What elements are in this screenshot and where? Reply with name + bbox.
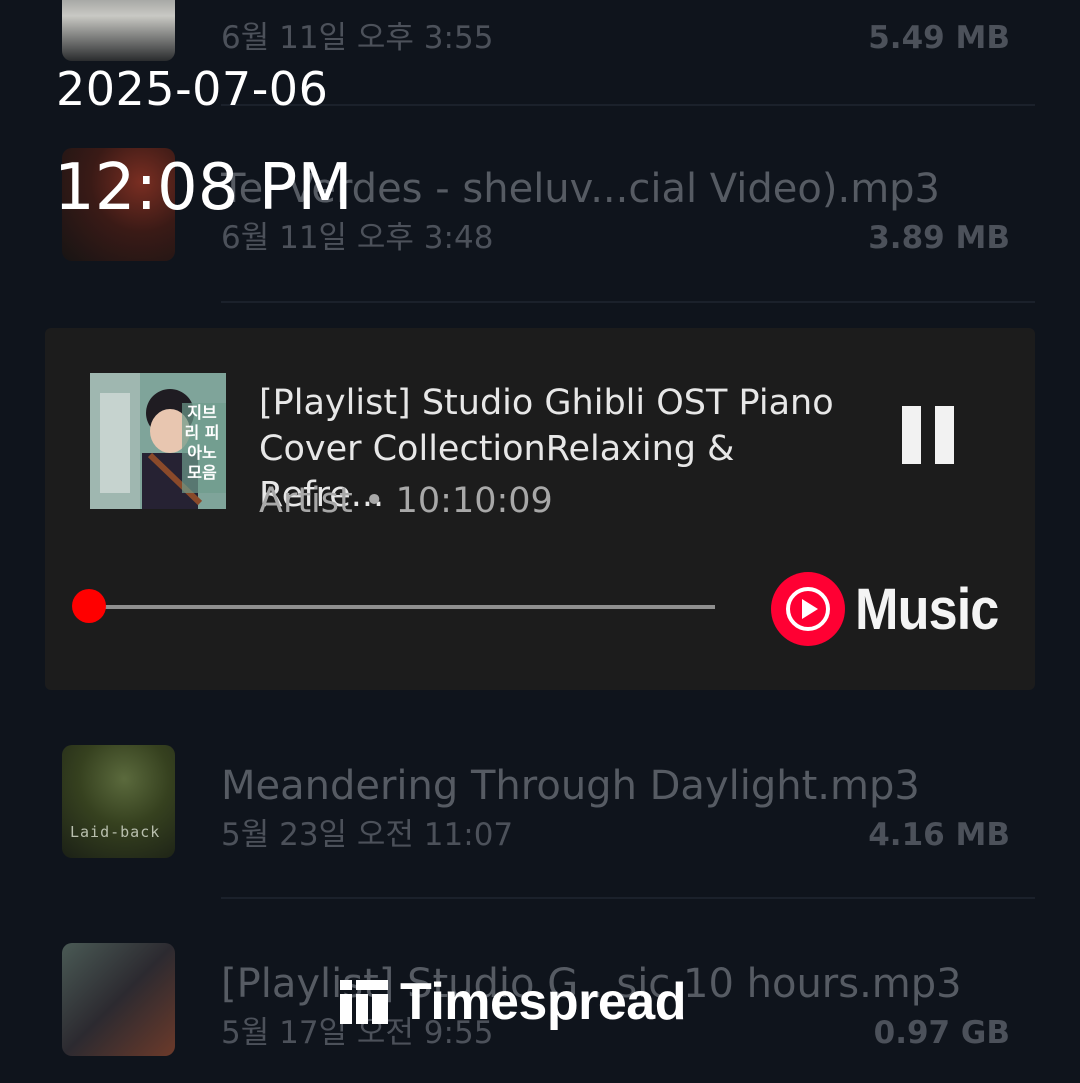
seek-thumb[interactable] <box>72 589 106 623</box>
file-date: 6월 11일 오후 3:55 <box>221 20 494 56</box>
divider <box>221 301 1035 303</box>
youtube-music-icon <box>771 572 845 646</box>
file-thumbnail: Laid-back <box>62 745 175 858</box>
file-size: 0.97 GB <box>873 1015 1010 1051</box>
overlay-date: 2025-07-06 <box>56 62 329 116</box>
album-art: 지브리 피아노 모음 <box>90 373 226 509</box>
file-name: Meandering Through Daylight.mp3 <box>221 763 920 809</box>
watermark-text: Timespread <box>400 973 686 1031</box>
list-item[interactable]: Laid-back Meandering Through Daylight.mp… <box>0 745 1080 885</box>
seek-bar[interactable] <box>72 589 715 623</box>
file-size: 4.16 MB <box>868 817 1010 853</box>
file-thumbnail <box>62 0 175 61</box>
thumbnail-caption: Laid-back <box>70 823 161 841</box>
file-size: 3.89 MB <box>868 220 1010 256</box>
file-thumbnail <box>62 943 175 1056</box>
track-artist-duration: Artist • 10:10:09 <box>259 481 553 521</box>
divider <box>221 897 1035 899</box>
file-date: 5월 23일 오전 11:07 <box>221 817 514 853</box>
pause-button[interactable] <box>895 400 961 470</box>
track-title-line1: [Playlist] Studio Ghibli OST Piano <box>259 383 834 423</box>
divider <box>221 104 1035 106</box>
overlay-time: 12:08 PM <box>54 151 353 225</box>
timespread-watermark: Timespread <box>340 972 686 1032</box>
media-player-card[interactable]: 지브리 피아노 모음 [Playlist] Studio Ghibli OST … <box>45 328 1035 690</box>
timespread-logo-icon <box>340 980 388 1024</box>
album-art-caption: 지브리 피아노 모음 <box>184 403 220 482</box>
brand-label: Music <box>855 576 999 642</box>
file-size: 5.49 MB <box>868 20 1010 56</box>
youtube-music-logo[interactable]: Music <box>771 571 1014 647</box>
file-date: 6월 11일 오후 3:48 <box>221 220 494 256</box>
